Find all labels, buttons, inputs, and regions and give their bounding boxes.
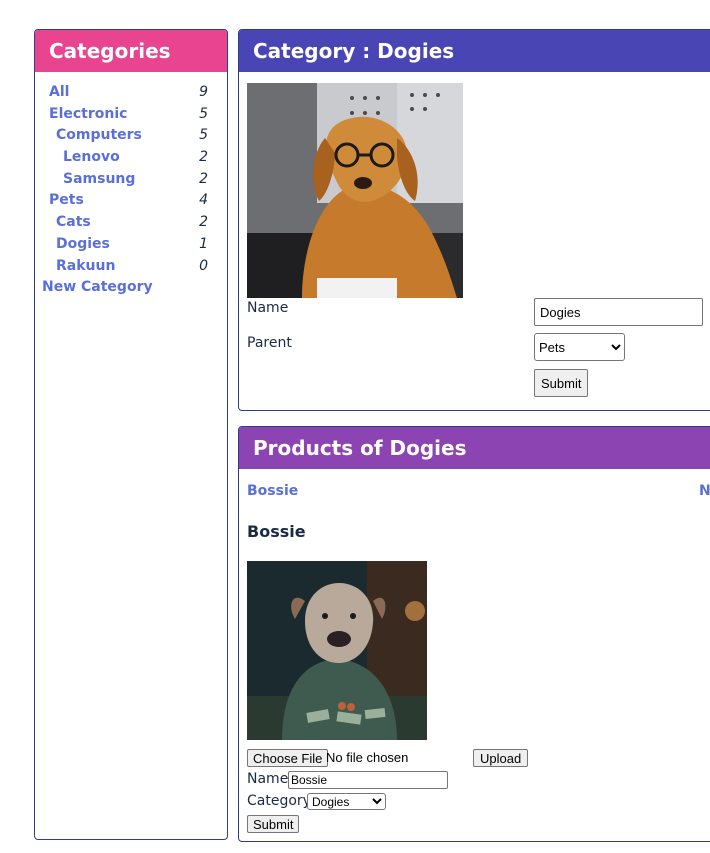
category-link-samsung[interactable]: Samsung: [63, 169, 135, 191]
upload-button[interactable]: Upload: [473, 749, 529, 767]
sidebar-title: Categories: [35, 30, 227, 72]
product-category-select[interactable]: Dogies: [307, 793, 386, 810]
no-file-text: No file chosen: [326, 750, 409, 765]
category-count: 2: [199, 170, 208, 187]
category-submit-button[interactable]: Submit: [534, 369, 589, 397]
products-panel: Products of Dogies Bossie N Bossie Choos…: [238, 426, 710, 842]
product-image: [247, 561, 427, 740]
product-submit-button[interactable]: Submit: [247, 815, 300, 833]
category-count: 0: [199, 257, 208, 274]
category-panel-title: Category : Dogies: [239, 30, 710, 72]
parent-label: Parent: [247, 335, 292, 351]
category-row-rakuun: Rakuun 0: [35, 256, 227, 278]
product-link-next[interactable]: N: [699, 483, 710, 499]
category-row-all: All 9: [35, 82, 227, 104]
category-link-rakuun[interactable]: Rakuun: [56, 256, 115, 278]
category-link-computers[interactable]: Computers: [56, 125, 142, 147]
category-count: 4: [199, 192, 208, 209]
category-count: 5: [199, 105, 208, 122]
new-category-link[interactable]: New Category: [42, 277, 153, 299]
category-link-pets[interactable]: Pets: [49, 190, 84, 212]
category-row-samsung: Samsung 2: [35, 169, 227, 191]
product-category-label: Category: [247, 793, 311, 809]
choose-file-button[interactable]: Choose File: [247, 749, 329, 767]
products-panel-title: Products of Dogies: [239, 427, 710, 469]
category-row-pets: Pets 4: [35, 190, 227, 212]
category-link-electronic[interactable]: Electronic: [49, 104, 127, 126]
category-link-dogies[interactable]: Dogies: [56, 234, 110, 256]
product-name-label: Name: [247, 771, 289, 787]
category-count: 9: [199, 84, 208, 100]
category-count: 2: [199, 214, 208, 231]
name-label: Name: [247, 300, 289, 316]
category-name-input[interactable]: [534, 298, 703, 326]
category-image: [247, 83, 463, 298]
category-link-cats[interactable]: Cats: [56, 212, 91, 234]
category-row-lenovo: Lenovo 2: [35, 147, 227, 169]
category-row-computers: Computers 5: [35, 125, 227, 147]
parent-select[interactable]: Pets: [534, 333, 625, 361]
category-row-dogies: Dogies 1: [35, 234, 227, 256]
product-link-bossie[interactable]: Bossie: [247, 483, 298, 499]
product-name-input[interactable]: [288, 771, 448, 789]
category-link-all[interactable]: All: [49, 82, 69, 104]
category-row-new: New Category: [35, 277, 227, 299]
category-list: All 9 Electronic 5 Computers 5 Lenovo 2 …: [35, 72, 227, 299]
product-heading: Bossie: [247, 522, 306, 541]
category-row-electronic: Electronic 5: [35, 104, 227, 126]
category-panel: Category : Dogies Name Parent Pets Submi…: [238, 29, 710, 411]
category-row-cats: Cats 2: [35, 212, 227, 234]
category-count: 5: [199, 127, 208, 144]
category-count: 2: [199, 149, 208, 166]
category-count: 1: [199, 235, 208, 252]
categories-sidebar: Categories All 9 Electronic 5 Computers …: [34, 29, 228, 840]
category-link-lenovo[interactable]: Lenovo: [63, 147, 120, 169]
